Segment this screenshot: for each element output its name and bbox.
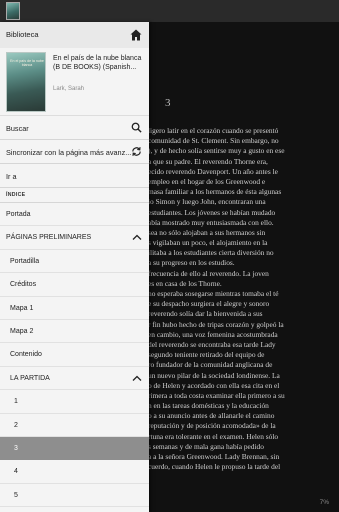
toc-label: LA PARTIDA bbox=[10, 374, 50, 382]
toc-section-paginas-preliminares[interactable]: PÁGINAS PRELIMINARES bbox=[0, 226, 149, 250]
reader-text-line: io Simon y luego John, encontraran una bbox=[148, 197, 266, 207]
status-bar bbox=[0, 0, 339, 22]
reader-text-line: ilitaba a los estudiantes cierta diversi… bbox=[148, 248, 274, 258]
chevron-up-icon[interactable] bbox=[132, 374, 142, 382]
reader-text: ligero latir en el corazón cuando se pre… bbox=[148, 126, 334, 472]
toc-item-portadilla[interactable]: Portadilla bbox=[0, 250, 149, 274]
toc-label: 2 bbox=[14, 421, 18, 429]
toc-item-mapa-1[interactable]: Mapa 1 bbox=[0, 297, 149, 320]
reader-text-line: comunidad de St. Clement. Sin embargo, n… bbox=[148, 136, 279, 146]
toc-item-mapa-2[interactable]: Mapa 2 bbox=[0, 320, 149, 344]
goto-label: Ir a bbox=[6, 172, 17, 181]
current-book[interactable]: En el país de la nube blanca En el país … bbox=[0, 48, 149, 116]
search-icon bbox=[131, 122, 142, 133]
reader-text-line: estudiantes. Los jóvenes se habían mudad… bbox=[148, 207, 276, 217]
search-row[interactable]: Buscar bbox=[0, 116, 149, 139]
toc-item-contenido[interactable]: Contenido bbox=[0, 343, 149, 367]
reader-text-line: reputación y de posición acomodada» de l… bbox=[148, 421, 276, 431]
reader-text-line: segundo teniente retirado del equipo de bbox=[148, 350, 265, 360]
reader-text-line: r fin hubo hecho de tripas corazón y gol… bbox=[148, 319, 284, 329]
toc-label: Portadilla bbox=[10, 257, 40, 265]
toc-item-creditos[interactable]: Créditos bbox=[0, 273, 149, 297]
sync-label: Sincronizar con la página más avanz... bbox=[6, 148, 132, 157]
toc-label: 4 bbox=[14, 468, 18, 476]
reader-text-line: s semanas y de mala gana había pedido bbox=[148, 441, 264, 451]
toc-item-portada[interactable]: Portada bbox=[0, 203, 149, 227]
reader-text-line: ), y de hecho solía sentirse muy a gusto… bbox=[148, 146, 285, 156]
book-cover-title: En el país de la nube blanca bbox=[10, 59, 44, 68]
toc-item-chapter-6[interactable]: 6 bbox=[0, 507, 149, 512]
toc-item-chapter-2[interactable]: 2 bbox=[0, 414, 149, 437]
reader-text-line: es en casa de los Thorne. bbox=[148, 278, 222, 288]
home-icon[interactable] bbox=[129, 28, 143, 42]
toc-label: 1 bbox=[14, 398, 18, 406]
toc-label: 5 bbox=[14, 491, 18, 499]
goto-row[interactable]: Ir a bbox=[0, 164, 149, 187]
reader-text-line: o a su anuncio antes de allanarle el cam… bbox=[148, 411, 275, 421]
reader-text-line: ro fundador de la comunidad anglicana de bbox=[148, 360, 273, 370]
library-title: Biblioteca bbox=[6, 30, 39, 39]
reader-text-line: frecuencia de ello al reverendo. La jove… bbox=[148, 268, 269, 278]
book-title: En el país de la nube blanca (B DE BOOKS… bbox=[53, 55, 142, 71]
reader-text-line: ecido reverendo Davenport. Un año antes … bbox=[148, 166, 278, 176]
toc-label: Contenido bbox=[10, 351, 42, 359]
reader-text-line: un nuevo pilar de la sociedad londinense… bbox=[148, 370, 280, 380]
reader-text-line: a que su padre. El reverendo Thorne era, bbox=[148, 156, 268, 166]
reader-text-line: a a la señora Greenwood. Lady Brennan, s… bbox=[148, 452, 280, 461]
toc-label: Créditos bbox=[10, 281, 37, 289]
book-author: Lark, Sarah bbox=[53, 86, 85, 92]
reader-text-line: rimera a toda costa examinar ella primer… bbox=[148, 390, 285, 400]
reader-text-line: rtuna era tolerante en el examen. Helen … bbox=[148, 431, 279, 441]
reader-text-line: ligero latir en el corazón cuando se pre… bbox=[148, 126, 279, 135]
toc-label: PÁGINAS PRELIMINARES bbox=[6, 234, 92, 242]
search-label: Buscar bbox=[6, 124, 29, 133]
navigation-drawer: Biblioteca En el país de la nube blanca … bbox=[0, 22, 149, 512]
reader-text-line: empleo en el hogar de los Greenwood e bbox=[148, 176, 266, 186]
sync-row[interactable]: Sincronizar con la página más avanz... bbox=[0, 140, 149, 163]
reader-text-line: masa familiar a los hermanos de ésta alg… bbox=[148, 187, 282, 197]
reader-text-line: s vigilaban un poco, el alojamiento en l… bbox=[148, 238, 268, 248]
toc-label: Mapa 2 bbox=[10, 327, 34, 335]
reader-text-line: en cambio, una voz femenina acostumbrada bbox=[148, 329, 278, 339]
reader-text-line: abía mostrado muy entusiasmada con ello. bbox=[148, 217, 274, 227]
toc-item-chapter-4[interactable]: 4 bbox=[0, 460, 149, 484]
chevron-up-icon[interactable] bbox=[132, 233, 142, 241]
reader-text-line: cuerdo, cuando Helen le propuso la tarde… bbox=[148, 462, 281, 472]
reader-text-line: a su progreso en los estudios. bbox=[148, 258, 235, 268]
chapter-number: 3 bbox=[165, 97, 171, 109]
toc-section-la-partida[interactable]: LA PARTIDA bbox=[0, 367, 149, 391]
reader-text-line: n en las tareas domésticas y la educació… bbox=[148, 401, 269, 411]
toc-item-chapter-5[interactable]: 5 bbox=[0, 484, 149, 508]
toc-item-chapter-3[interactable]: 3 bbox=[0, 436, 149, 461]
toc-label: Mapa 1 bbox=[10, 304, 34, 312]
toc-label: Portada bbox=[6, 211, 31, 218]
toc-label: 3 bbox=[14, 444, 18, 452]
sync-icon bbox=[132, 147, 141, 156]
reader-text-line: sea no sólo alojaban a sus hermanos sin bbox=[148, 227, 266, 237]
reader-text-line: e su despacho surgiera el alegre y sonor… bbox=[148, 299, 270, 309]
book-cover: En el país de la nube blanca bbox=[6, 52, 46, 112]
index-heading-label: ÍNDICE bbox=[6, 192, 26, 198]
index-heading: ÍNDICE bbox=[0, 188, 149, 202]
app-thumbnail-icon bbox=[6, 2, 20, 20]
reader-text-line: reverendo solía dar la bienvenida a sus bbox=[148, 309, 263, 319]
reader-text-line: del reverendo se encontraba esa tarde La… bbox=[148, 339, 276, 349]
reader-text-line: no esperaba sosegarse mientras tomaba el… bbox=[148, 289, 279, 298]
toc-item-chapter-1[interactable]: 1 bbox=[0, 390, 149, 414]
drawer-header: Biblioteca bbox=[0, 22, 149, 48]
reading-progress: 7% bbox=[319, 499, 329, 506]
reader-text-line: o de Helen y acordado con ella esa cita … bbox=[148, 380, 280, 390]
